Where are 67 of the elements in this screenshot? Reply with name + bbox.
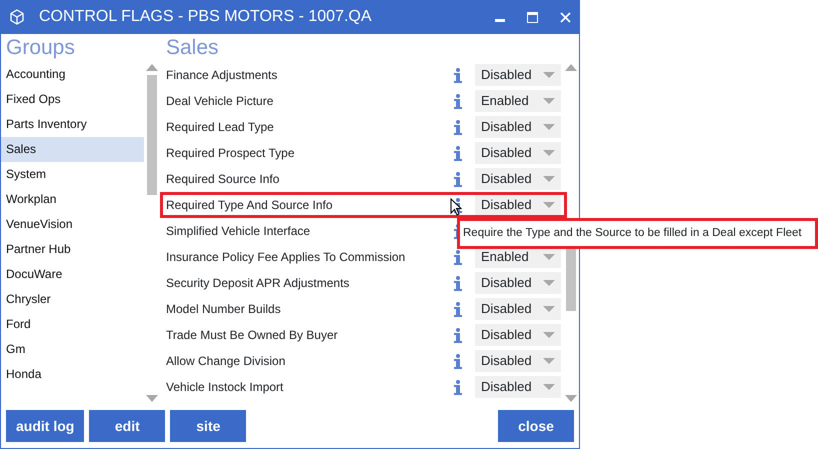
flag-label: Required Prospect Type: [166, 145, 296, 162]
tooltip: Require the Type and the Source to be filled in a Deal except Fleet: [457, 218, 818, 250]
section-heading: Sales: [165, 35, 220, 61]
flag-dropdown[interactable]: Disabled: [475, 64, 561, 86]
group-item[interactable]: Fixed Ops: [1, 87, 144, 112]
flag-dropdown[interactable]: Disabled: [475, 324, 561, 346]
mouse-pointer-icon: [450, 198, 462, 216]
group-item[interactable]: Partner Hub: [1, 237, 144, 262]
scroll-down-icon[interactable]: [565, 395, 577, 402]
caret-icon: [543, 384, 555, 390]
flag-dropdown[interactable]: Disabled: [475, 272, 561, 294]
cube-icon: [9, 9, 25, 25]
caret-icon: [543, 358, 555, 364]
flag-dropdown[interactable]: Disabled: [475, 142, 561, 164]
flag-dropdown[interactable]: Disabled: [475, 168, 561, 190]
group-item[interactable]: DocuWare: [1, 262, 144, 287]
flag-label: Allow Change Division: [166, 353, 286, 370]
flag-label: Insurance Policy Fee Applies To Commission: [166, 249, 406, 266]
caret-icon: [543, 202, 555, 208]
flag-label: Deal Vehicle Picture: [166, 93, 274, 110]
caret-icon: [543, 98, 555, 104]
caret-icon: [543, 72, 555, 78]
scroll-up-icon[interactable]: [146, 64, 158, 71]
action-button[interactable]: edit: [89, 410, 166, 442]
caret-icon: [543, 124, 555, 130]
caret-icon: [543, 254, 555, 260]
group-item[interactable]: Workplan: [1, 187, 144, 212]
flag-label: Security Deposit APR Adjustments: [166, 275, 350, 292]
group-item[interactable]: Parts Inventory: [1, 112, 144, 137]
scrollbar-thumb[interactable]: [566, 247, 576, 311]
groups-heading: Groups: [5, 35, 76, 61]
flag-label: Simplified Vehicle Interface: [166, 223, 312, 240]
flag-dropdown[interactable]: Disabled: [475, 298, 561, 320]
group-item[interactable]: Sales: [1, 137, 144, 162]
window-title: CONTROL FLAGS - PBS MOTORS - 1007.QA: [39, 7, 372, 27]
flag-dropdown[interactable]: Disabled: [475, 116, 561, 138]
group-item[interactable]: VenueVision: [1, 212, 144, 237]
scrollbar-thumb[interactable]: [147, 75, 157, 195]
action-button[interactable]: audit log: [6, 410, 84, 442]
caret-icon: [543, 306, 555, 312]
flag-dropdown[interactable]: Disabled: [475, 194, 561, 216]
action-button[interactable]: site: [170, 410, 246, 442]
group-item[interactable]: Gm: [1, 337, 144, 362]
maximize-icon[interactable]: [527, 12, 538, 22]
flag-label: Required Lead Type: [166, 119, 275, 136]
caret-icon: [543, 280, 555, 286]
caret-icon: [543, 176, 555, 182]
scroll-down-icon[interactable]: [146, 395, 158, 402]
flag-label: Finance Adjustments: [166, 67, 278, 84]
action-button[interactable]: close: [498, 410, 574, 442]
group-item[interactable]: Chrysler: [1, 287, 144, 312]
flag-label: Model Number Builds: [166, 301, 282, 318]
caret-icon: [543, 150, 555, 156]
group-item[interactable]: Accounting: [1, 62, 144, 87]
flag-dropdown[interactable]: Enabled: [475, 90, 561, 112]
group-item[interactable]: System: [1, 162, 144, 187]
group-item[interactable]: Ford: [1, 312, 144, 337]
flag-label: Required Type And Source Info: [166, 197, 334, 214]
close-icon[interactable]: [560, 12, 571, 22]
flag-dropdown[interactable]: Disabled: [475, 350, 561, 372]
group-item[interactable]: Honda: [1, 362, 144, 387]
flag-dropdown[interactable]: Disabled: [475, 376, 561, 398]
scroll-up-icon[interactable]: [565, 64, 577, 71]
caret-icon: [543, 332, 555, 338]
flag-label: Required Source Info: [166, 171, 280, 188]
flag-label: Vehicle Instock Import: [166, 379, 284, 396]
flag-label: Trade Must Be Owned By Buyer: [166, 327, 339, 344]
